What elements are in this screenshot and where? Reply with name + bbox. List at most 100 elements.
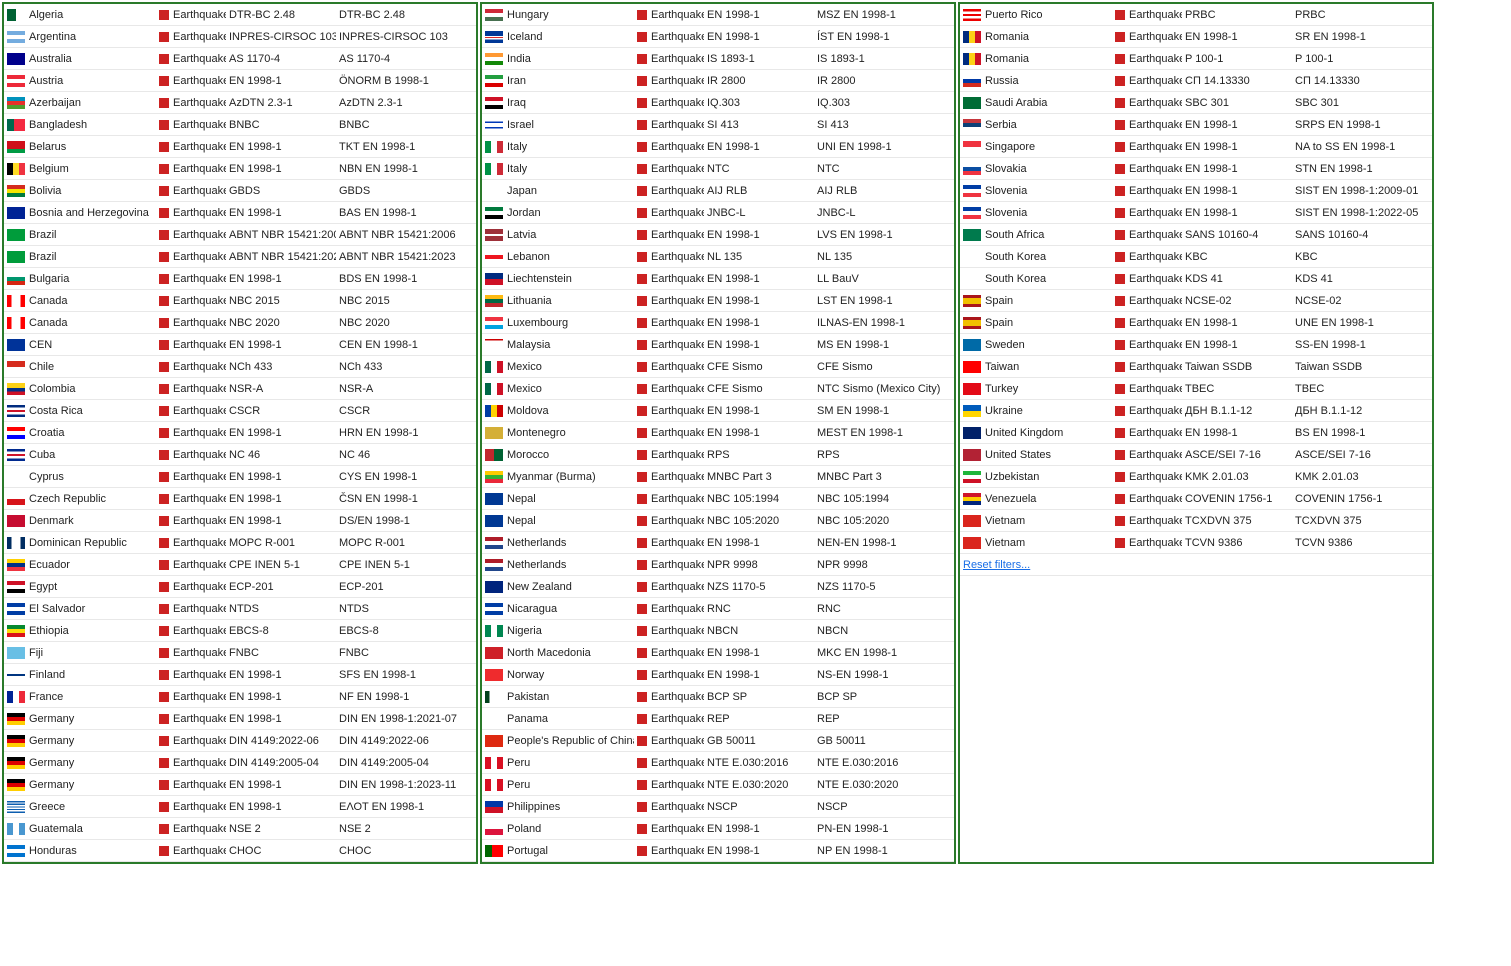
fullname-cell[interactable]: SM EN 1998-1 (814, 400, 954, 422)
country-cell[interactable]: Puerto Rico (960, 4, 1112, 26)
country-cell[interactable]: CEN (4, 334, 156, 356)
country-cell[interactable]: Uzbekistan (960, 466, 1112, 488)
code-cell[interactable]: DIN 4149:2005-04 (226, 752, 336, 774)
fullname-cell[interactable]: CSCR (336, 400, 476, 422)
country-cell[interactable]: South Korea (960, 268, 1112, 290)
country-cell[interactable]: El Salvador (4, 598, 156, 620)
fullname-cell[interactable]: ABNT NBR 15421:2023 (336, 246, 476, 268)
country-cell[interactable]: Germany (4, 774, 156, 796)
country-cell[interactable]: Mexico (482, 356, 634, 378)
code-cell[interactable]: EN 1998-1 (1182, 136, 1292, 158)
country-cell[interactable]: Panama (482, 708, 634, 730)
fullname-cell[interactable]: PRBC (1292, 4, 1432, 26)
code-cell[interactable]: EN 1998-1 (704, 312, 814, 334)
fullname-cell[interactable]: LVS EN 1998-1 (814, 224, 954, 246)
code-cell[interactable]: NCSE-02 (1182, 290, 1292, 312)
fullname-cell[interactable]: EBCS-8 (336, 620, 476, 642)
code-cell[interactable]: NTDS (226, 598, 336, 620)
fullname-cell[interactable]: MOPC R-001 (336, 532, 476, 554)
country-cell[interactable]: Azerbaijan (4, 92, 156, 114)
code-cell[interactable]: CFE Sismo (704, 356, 814, 378)
fullname-cell[interactable]: NL 135 (814, 246, 954, 268)
code-cell[interactable]: ДБН B.1.1-12 (1182, 400, 1292, 422)
code-cell[interactable]: EN 1998-1 (226, 136, 336, 158)
country-cell[interactable]: Argentina (4, 26, 156, 48)
fullname-cell[interactable]: MS EN 1998-1 (814, 334, 954, 356)
country-cell[interactable]: Bulgaria (4, 268, 156, 290)
code-cell[interactable]: NBC 105:1994 (704, 488, 814, 510)
code-cell[interactable]: MNBC Part 3 (704, 466, 814, 488)
country-cell[interactable]: Luxembourg (482, 312, 634, 334)
code-cell[interactable]: NSCP (704, 796, 814, 818)
country-cell[interactable]: People's Republic of China (482, 730, 634, 752)
code-cell[interactable]: EN 1998-1 (226, 202, 336, 224)
code-cell[interactable]: EN 1998-1 (226, 422, 336, 444)
code-cell[interactable]: EN 1998-1 (704, 840, 814, 862)
fullname-cell[interactable]: COVENIN 1756-1 (1292, 488, 1432, 510)
fullname-cell[interactable]: CEN EN 1998-1 (336, 334, 476, 356)
country-cell[interactable]: Netherlands (482, 532, 634, 554)
code-cell[interactable]: EN 1998-1 (226, 158, 336, 180)
country-cell[interactable]: Bosnia and Herzegovina (4, 202, 156, 224)
country-cell[interactable]: Vietnam (960, 510, 1112, 532)
country-cell[interactable]: Russia (960, 70, 1112, 92)
country-cell[interactable]: Germany (4, 730, 156, 752)
fullname-cell[interactable]: NPR 9998 (814, 554, 954, 576)
country-cell[interactable]: Iceland (482, 26, 634, 48)
country-cell[interactable]: Japan (482, 180, 634, 202)
code-cell[interactable]: AIJ RLB (704, 180, 814, 202)
fullname-cell[interactable]: NBCN (814, 620, 954, 642)
code-cell[interactable]: EN 1998-1 (1182, 312, 1292, 334)
country-cell[interactable]: Taiwan (960, 356, 1112, 378)
code-cell[interactable]: FNBC (226, 642, 336, 664)
fullname-cell[interactable]: ECP-201 (336, 576, 476, 598)
fullname-cell[interactable]: AS 1170-4 (336, 48, 476, 70)
code-cell[interactable]: NBCN (704, 620, 814, 642)
fullname-cell[interactable]: GB 50011 (814, 730, 954, 752)
fullname-cell[interactable]: SI 413 (814, 114, 954, 136)
country-cell[interactable]: Jordan (482, 202, 634, 224)
code-cell[interactable]: NTE E.030:2020 (704, 774, 814, 796)
fullname-cell[interactable]: IS 1893-1 (814, 48, 954, 70)
fullname-cell[interactable]: NP EN 1998-1 (814, 840, 954, 862)
code-cell[interactable]: EN 1998-1 (704, 532, 814, 554)
code-cell[interactable]: EN 1998-1 (226, 268, 336, 290)
code-cell[interactable]: IQ.303 (704, 92, 814, 114)
country-cell[interactable]: Canada (4, 290, 156, 312)
country-cell[interactable]: Algeria (4, 4, 156, 26)
code-cell[interactable]: СП 14.13330 (1182, 70, 1292, 92)
fullname-cell[interactable]: DIN EN 1998-1:2021-07 (336, 708, 476, 730)
fullname-cell[interactable]: DIN 4149:2005-04 (336, 752, 476, 774)
country-cell[interactable]: Nigeria (482, 620, 634, 642)
code-cell[interactable]: KDS 41 (1182, 268, 1292, 290)
country-cell[interactable]: Finland (4, 664, 156, 686)
country-cell[interactable]: Malaysia (482, 334, 634, 356)
code-cell[interactable]: NSR-A (226, 378, 336, 400)
code-cell[interactable]: CFE Sismo (704, 378, 814, 400)
code-cell[interactable]: IS 1893-1 (704, 48, 814, 70)
country-cell[interactable]: Slovakia (960, 158, 1112, 180)
fullname-cell[interactable]: REP (814, 708, 954, 730)
fullname-cell[interactable]: NF EN 1998-1 (336, 686, 476, 708)
country-cell[interactable]: Ethiopia (4, 620, 156, 642)
fullname-cell[interactable]: KDS 41 (1292, 268, 1432, 290)
code-cell[interactable]: ECP-201 (226, 576, 336, 598)
fullname-cell[interactable]: NC 46 (336, 444, 476, 466)
code-cell[interactable]: Taiwan SSDB (1182, 356, 1292, 378)
country-cell[interactable]: Belarus (4, 136, 156, 158)
fullname-cell[interactable]: SIST EN 1998-1:2009-01 (1292, 180, 1432, 202)
country-cell[interactable]: Egypt (4, 576, 156, 598)
fullname-cell[interactable]: PN-EN 1998-1 (814, 818, 954, 840)
code-cell[interactable]: EN 1998-1 (226, 796, 336, 818)
fullname-cell[interactable]: TBEC (1292, 378, 1432, 400)
fullname-cell[interactable]: NTC Sismo (Mexico City) (814, 378, 954, 400)
code-cell[interactable]: EN 1998-1 (704, 26, 814, 48)
fullname-cell[interactable]: MSZ EN 1998-1 (814, 4, 954, 26)
fullname-cell[interactable]: SIST EN 1998-1:2022-05 (1292, 202, 1432, 224)
fullname-cell[interactable]: ÖNORM B 1998-1 (336, 70, 476, 92)
fullname-cell[interactable]: MEST EN 1998-1 (814, 422, 954, 444)
code-cell[interactable]: NC 46 (226, 444, 336, 466)
code-cell[interactable]: EN 1998-1 (1182, 202, 1292, 224)
fullname-cell[interactable]: HRN EN 1998-1 (336, 422, 476, 444)
fullname-cell[interactable]: SS-EN 1998-1 (1292, 334, 1432, 356)
